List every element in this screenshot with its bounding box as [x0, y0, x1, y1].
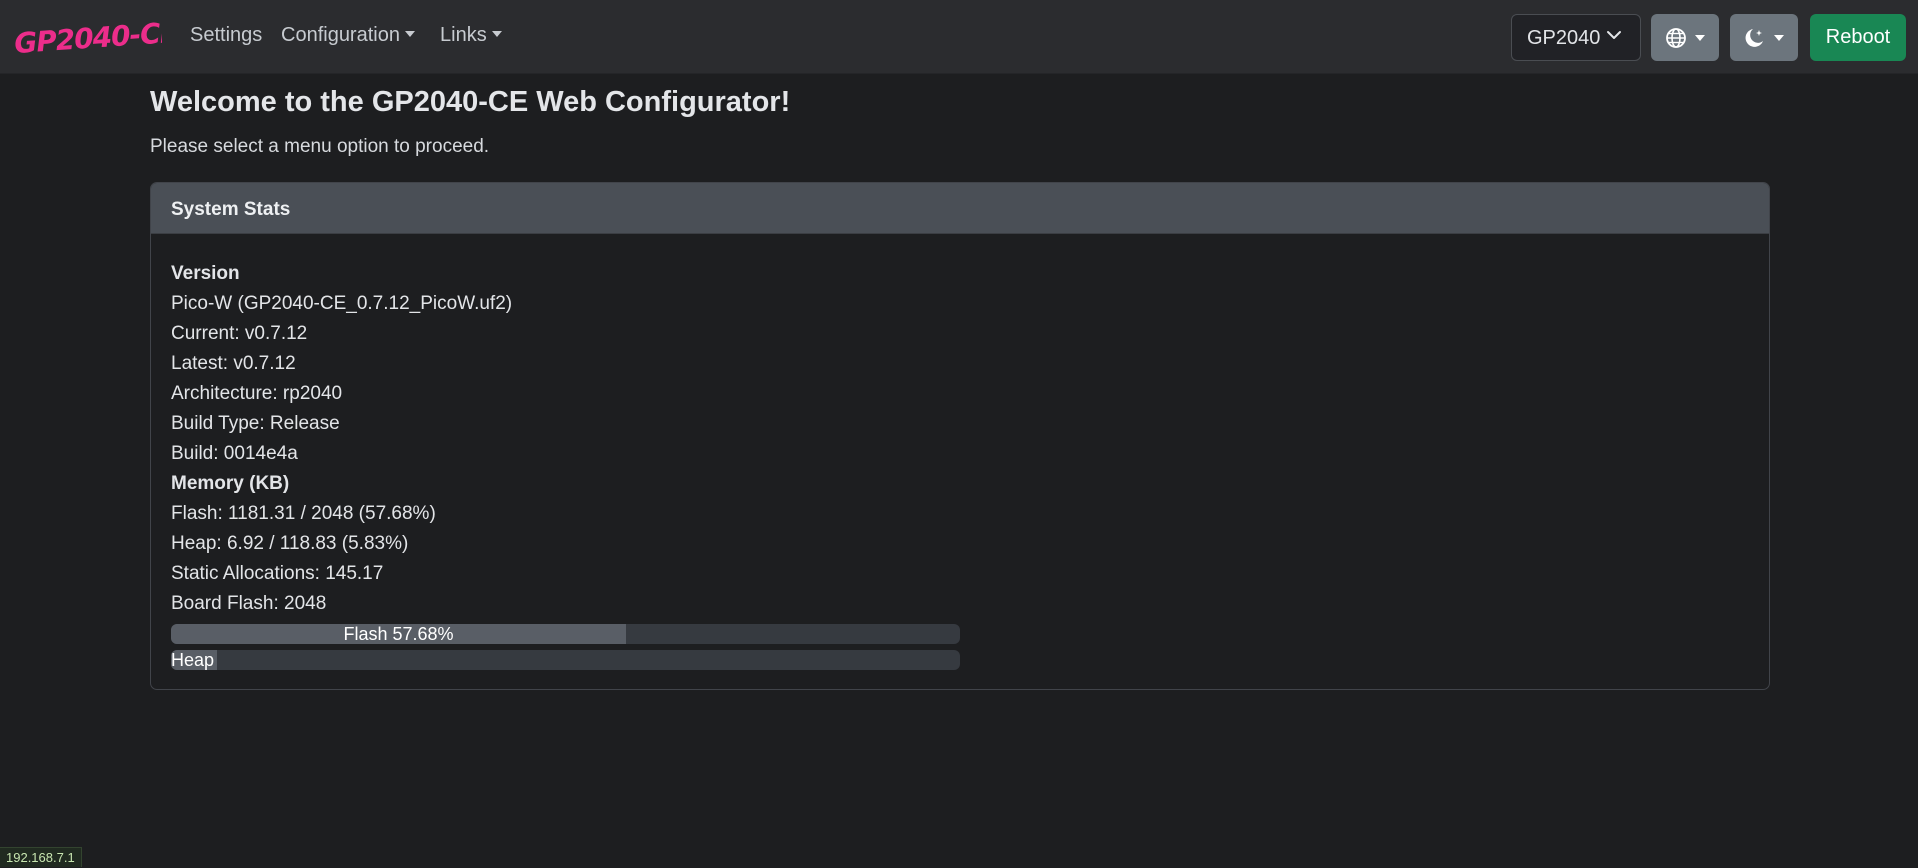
- system-stats-body: Version Pico-W (GP2040-CE_0.7.12_PicoW.u…: [151, 234, 1769, 670]
- caret-down-icon: [1774, 35, 1784, 41]
- nav-links-label: Links: [440, 24, 487, 46]
- static-allocations: Static Allocations: 145.17: [171, 563, 384, 584]
- theme-dropdown-button[interactable]: [1730, 14, 1798, 61]
- page-subtitle: Please select a menu option to proceed.: [150, 136, 490, 157]
- mode-select[interactable]: GP2040: [1511, 14, 1641, 61]
- board-flash: Board Flash: 2048: [171, 593, 327, 614]
- current-version: Current: v0.7.12: [171, 323, 308, 344]
- language-dropdown-button[interactable]: [1651, 14, 1719, 61]
- nav-settings-label: Settings: [190, 24, 263, 46]
- ip-address-status: 192.168.7.1: [0, 847, 82, 867]
- flash-usage: Flash: 1181.31 / 2048 (57.68%): [171, 503, 436, 524]
- brand-text: GP2040-CE: [13, 16, 162, 58]
- nav-links[interactable]: Links: [440, 24, 502, 47]
- memory-heading: Memory (KB): [171, 473, 290, 494]
- architecture: Architecture: rp2040: [171, 383, 343, 404]
- heap-usage: Heap: 6.92 / 118.83 (5.83%): [171, 533, 409, 554]
- flash-progress-bar: Flash 57.68%: [171, 624, 627, 644]
- latest-version: Latest: v0.7.12: [171, 353, 296, 374]
- heap-progress-bar: Heap: [171, 650, 217, 670]
- chevron-down-icon: [1607, 31, 1621, 39]
- navbar: GP2040-CE Settings Configuration Links G…: [0, 0, 1918, 74]
- version-heading: Version: [171, 263, 240, 284]
- caret-down-icon: [404, 31, 415, 37]
- flash-progress: Flash 57.68%: [171, 624, 960, 644]
- heap-progress: Heap: [171, 650, 960, 670]
- system-stats-card: System Stats Version Pico-W (GP2040-CE_0…: [150, 182, 1770, 690]
- system-stats-header: System Stats: [151, 183, 1769, 234]
- nav-settings[interactable]: Settings: [190, 24, 262, 47]
- globe-icon: [1666, 28, 1686, 48]
- reboot-button[interactable]: Reboot: [1810, 14, 1906, 61]
- brand-logo[interactable]: GP2040-CE: [12, 14, 162, 58]
- moon-stars-icon: [1745, 29, 1763, 47]
- firmware-name: Pico-W (GP2040-CE_0.7.12_PicoW.uf2): [171, 293, 513, 314]
- caret-down-icon: [1695, 35, 1705, 41]
- page-title: Welcome to the GP2040-CE Web Configurato…: [150, 86, 791, 118]
- build-hash: Build: 0014e4a: [171, 443, 298, 464]
- nav-configuration-label: Configuration: [281, 24, 400, 46]
- nav-configuration[interactable]: Configuration: [281, 24, 415, 47]
- build-type: Build Type: Release: [171, 413, 340, 434]
- caret-down-icon: [491, 31, 502, 37]
- mode-select-value: GP2040: [1527, 27, 1601, 49]
